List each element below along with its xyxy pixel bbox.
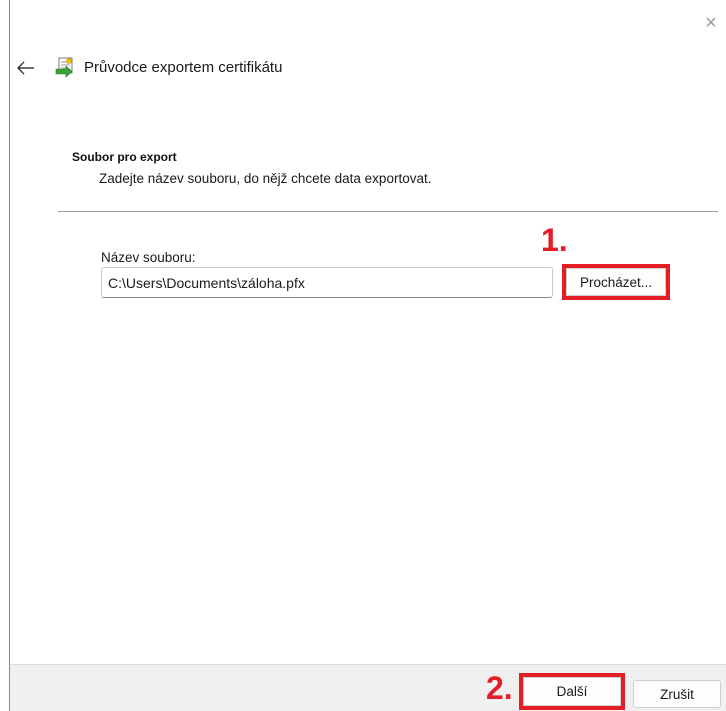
browse-button[interactable]: Procházet...	[566, 268, 666, 296]
arrow-left-icon[interactable]	[14, 56, 38, 80]
step-1-annotation: 1.	[541, 222, 568, 258]
file-name-label: Název souboru:	[101, 250, 196, 265]
close-icon[interactable]: ×	[702, 13, 720, 33]
step-2-annotation: 2.	[486, 670, 513, 706]
cancel-button[interactable]: Zrušit	[633, 680, 721, 708]
certificate-wizard-icon	[54, 55, 76, 79]
wizard-title: Průvodce exportem certifikátu	[84, 59, 283, 76]
section-description: Zadejte název souboru, do nějž chcete da…	[99, 171, 432, 186]
next-button[interactable]: Další	[523, 677, 621, 706]
section-heading: Soubor pro export	[72, 150, 177, 164]
export-wizard-window: × Průvodce exportem certifikátu Soubor p…	[9, 0, 726, 711]
file-name-input[interactable]	[101, 267, 553, 298]
header-divider	[58, 211, 718, 212]
